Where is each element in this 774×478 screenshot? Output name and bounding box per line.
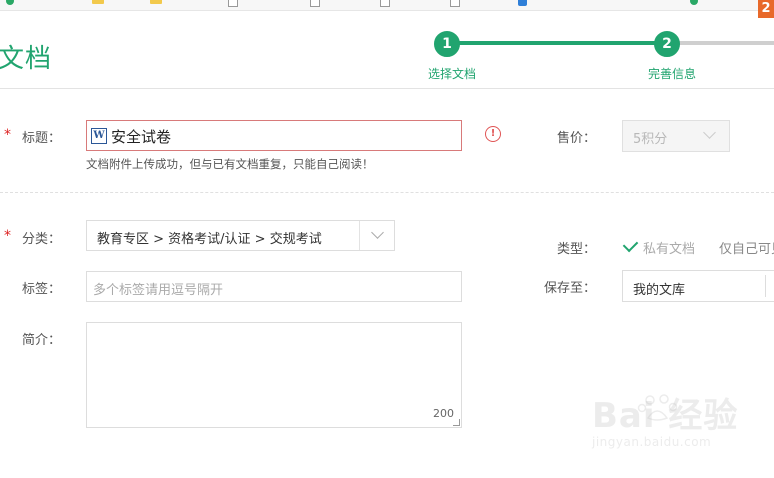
chevron-down-icon[interactable] — [371, 226, 384, 239]
intro-label: 简介： — [22, 333, 62, 348]
select-divider — [359, 221, 360, 250]
notification-badge[interactable]: 2 — [758, 0, 774, 18]
page-icon[interactable] — [228, 0, 238, 7]
folder-icon[interactable] — [92, 0, 104, 4]
required-mark: * — [4, 127, 11, 143]
page-title: 文档 — [0, 44, 53, 74]
char-counter: 200 — [433, 407, 454, 420]
upload-status-message: 文档附件上传成功，但与已有文档重复，只能自己阅读！ — [86, 157, 374, 171]
price-select[interactable]: 5积分 — [622, 120, 730, 152]
step-pending-line — [666, 41, 774, 45]
price-value: 5积分 — [633, 132, 668, 147]
chevron-down-icon — [703, 126, 716, 139]
page-icon[interactable] — [310, 0, 320, 7]
tags-placeholder: 多个标签请用逗号隔开 — [93, 283, 224, 298]
type-note: 仅自己可见 — [719, 242, 774, 257]
step-2-indicator: 2 — [654, 31, 680, 57]
step-1-label: 选择文档 — [428, 67, 477, 81]
category-path: 教育专区 > 资格考试/认证 > 交规考试 — [97, 232, 322, 247]
save-to-label: 保存至： — [544, 281, 597, 296]
page-icon[interactable] — [380, 0, 390, 7]
title-input[interactable]: W 安全试卷 — [86, 120, 462, 151]
title-value: 安全试卷 — [111, 128, 172, 146]
title-label: 标题： — [22, 131, 62, 146]
bookmark-icon[interactable] — [6, 0, 14, 5]
watermark-sub: jingyan.baidu.com — [592, 435, 712, 449]
paw-logo-icon — [637, 394, 678, 421]
tags-label: 标签： — [22, 282, 62, 297]
bookmark-icon[interactable] — [518, 0, 527, 6]
type-label: 类型： — [557, 242, 597, 257]
step-progress-line — [446, 41, 666, 45]
resize-handle-icon[interactable] — [453, 419, 460, 426]
price-label: 售价： — [557, 131, 597, 146]
category-label: 分类： — [22, 232, 62, 247]
checkmark-icon[interactable] — [622, 236, 639, 253]
step-1-indicator: 1 — [434, 31, 460, 57]
section-divider — [0, 192, 774, 193]
header-divider — [0, 88, 774, 89]
step-2-label: 完善信息 — [648, 67, 697, 81]
tags-input[interactable]: 多个标签请用逗号隔开 — [86, 271, 462, 302]
save-to-value: 我的文库 — [633, 283, 686, 298]
bookmarks-bar — [0, 0, 774, 11]
extension-icon[interactable] — [690, 0, 698, 5]
required-mark: * — [4, 228, 11, 244]
select-divider — [765, 275, 766, 297]
word-file-icon: W — [91, 128, 107, 144]
save-to-select[interactable]: 我的文库 — [622, 270, 774, 302]
intro-textarea[interactable]: 200 — [86, 322, 462, 428]
category-select[interactable]: 教育专区 > 资格考试/认证 > 交规考试 — [86, 220, 395, 251]
page-icon[interactable] — [450, 0, 460, 7]
private-doc-option[interactable]: 私有文档 — [643, 238, 695, 257]
folder-icon[interactable] — [150, 0, 162, 4]
warning-icon: ! — [485, 126, 501, 142]
